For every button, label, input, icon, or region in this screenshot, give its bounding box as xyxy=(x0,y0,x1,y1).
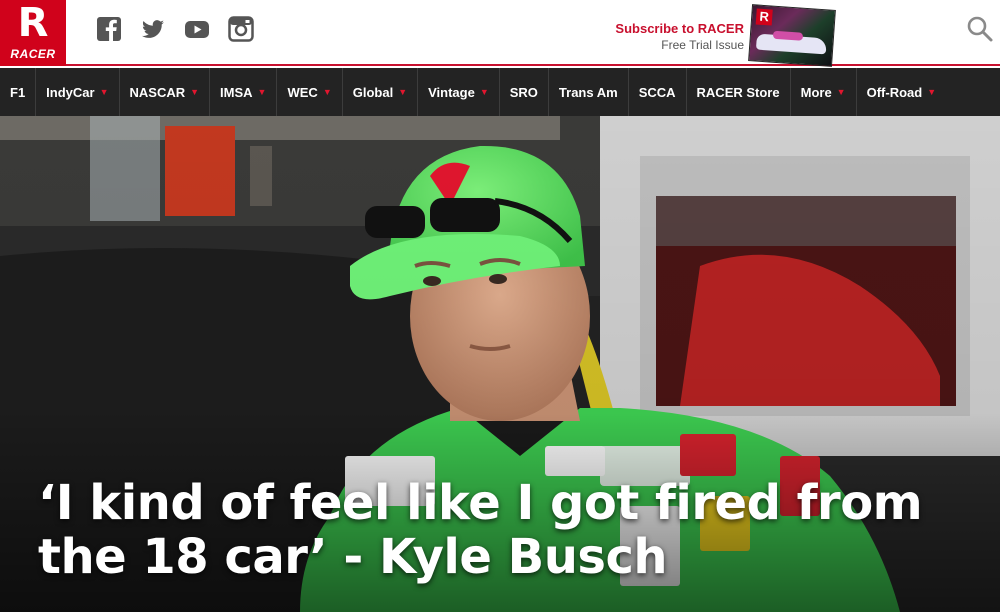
youtube-icon[interactable] xyxy=(184,16,210,42)
subscribe-subtitle: Free Trial Issue xyxy=(661,38,744,52)
chevron-down-icon: ▼ xyxy=(99,87,109,97)
chevron-down-icon: ▼ xyxy=(190,87,200,97)
nav-item-label: SRO xyxy=(509,84,538,100)
magazine-logo-mark: R xyxy=(755,8,773,26)
nav-item-label: Off-Road xyxy=(866,84,923,100)
nav-item-label: Global xyxy=(352,84,394,100)
nav-item-wec[interactable]: WEC ▼ xyxy=(277,68,343,116)
subscribe-promo[interactable]: Subscribe to RACER Free Trial Issue xyxy=(615,21,744,53)
nav-item-indycar[interactable]: IndyCar ▼ xyxy=(36,68,120,116)
nav-item-label: WEC xyxy=(287,84,318,100)
hero-article[interactable]: ‘I kind of feel like I got fired from th… xyxy=(0,116,1000,612)
nav-item-off-road[interactable]: Off-Road ▼ xyxy=(857,68,947,116)
nav-item-label: IndyCar xyxy=(46,84,95,100)
nav-item-imsa[interactable]: IMSA ▼ xyxy=(210,68,278,116)
racer-logo[interactable]: R RACER xyxy=(0,0,66,66)
nav-item-label: Trans Am xyxy=(558,84,618,100)
nav-item-label: IMSA xyxy=(220,84,253,100)
chevron-down-icon: ▼ xyxy=(836,87,846,97)
nav-item-global[interactable]: Global ▼ xyxy=(343,68,419,116)
nav-item-trans-am[interactable]: Trans Am xyxy=(549,68,629,116)
nav-item-scca[interactable]: SCCA xyxy=(629,68,687,116)
nav-item-more[interactable]: More ▼ xyxy=(791,68,857,116)
nav-item-racer-store[interactable]: RACER Store xyxy=(687,68,791,116)
chevron-down-icon: ▼ xyxy=(927,87,937,97)
chevron-down-icon: ▼ xyxy=(322,87,332,97)
magazine-cover-image[interactable]: R xyxy=(748,4,836,67)
chevron-down-icon: ▼ xyxy=(398,87,408,97)
twitter-icon[interactable] xyxy=(140,16,166,42)
chevron-down-icon: ▼ xyxy=(479,87,489,97)
site-header: R RACER Subscribe to RACER Free Trial Is… xyxy=(0,0,1000,67)
main-nav: F1 IndyCar ▼ NASCAR ▼ IMSA ▼ WEC ▼ Global ▼ V… xyxy=(0,68,1000,116)
logo-text: RACER xyxy=(10,47,56,61)
nav-item-label: More xyxy=(800,84,832,100)
nav-item-vintage[interactable]: Vintage ▼ xyxy=(418,68,500,116)
logo-mark: R xyxy=(17,0,49,46)
facebook-icon[interactable] xyxy=(96,16,122,42)
nav-item-sro[interactable]: SRO xyxy=(500,68,549,116)
instagram-icon[interactable] xyxy=(228,16,254,42)
search-icon[interactable] xyxy=(966,15,994,43)
nav-item-nascar[interactable]: NASCAR ▼ xyxy=(120,68,211,116)
chevron-down-icon: ▼ xyxy=(257,87,267,97)
nav-item-label: Vintage xyxy=(428,84,475,100)
nav-item-label: NASCAR xyxy=(129,84,186,100)
article-headline[interactable]: ‘I kind of feel like I got fired from th… xyxy=(38,476,938,584)
nav-item-label: SCCA xyxy=(638,84,676,100)
subscribe-title: Subscribe to RACER xyxy=(615,21,744,36)
nav-item-label: F1 xyxy=(10,84,26,100)
nav-item-f1[interactable]: F1 xyxy=(0,68,37,116)
nav-item-label: RACER Store xyxy=(696,84,780,100)
